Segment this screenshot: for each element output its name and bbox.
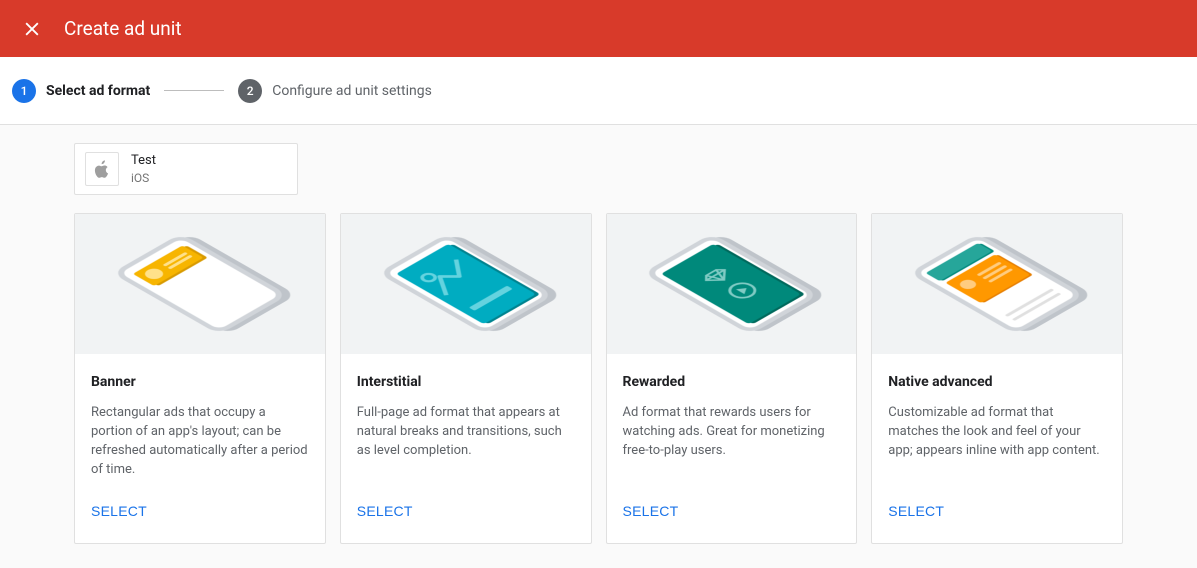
card-description: Full-page ad format that appears at natu… bbox=[357, 404, 575, 479]
rewarded-illustration bbox=[607, 214, 857, 354]
card-description: Rectangular ads that occupy a portion of… bbox=[91, 404, 309, 479]
interstitial-illustration bbox=[341, 214, 591, 354]
select-native-button[interactable]: SELECT bbox=[888, 495, 944, 527]
select-rewarded-button[interactable]: SELECT bbox=[623, 495, 679, 527]
card-title: Interstitial bbox=[357, 374, 575, 390]
card-description: Ad format that rewards users for watchin… bbox=[623, 404, 841, 479]
step-connector bbox=[164, 90, 224, 91]
close-icon[interactable] bbox=[20, 17, 44, 41]
app-name: Test bbox=[131, 153, 156, 170]
apple-icon bbox=[85, 152, 119, 186]
banner-illustration bbox=[75, 214, 325, 354]
format-card-banner: Banner Rectangular ads that occupy a por… bbox=[74, 213, 326, 544]
step-number-2: 2 bbox=[238, 79, 262, 103]
content-area: Test iOS Banner Rectangular ads that occ… bbox=[0, 125, 1197, 568]
step-select-format[interactable]: 1 Select ad format bbox=[12, 79, 150, 103]
select-banner-button[interactable]: SELECT bbox=[91, 495, 147, 527]
stepper: 1 Select ad format 2 Configure ad unit s… bbox=[0, 57, 1197, 125]
step-label-2: Configure ad unit settings bbox=[272, 83, 432, 99]
card-description: Customizable ad format that matches the … bbox=[888, 404, 1106, 479]
page-title: Create ad unit bbox=[64, 17, 182, 40]
card-title: Rewarded bbox=[623, 374, 841, 390]
format-card-interstitial: Interstitial Full-page ad format that ap… bbox=[340, 213, 592, 544]
step-configure-settings[interactable]: 2 Configure ad unit settings bbox=[238, 79, 432, 103]
app-info: Test iOS bbox=[131, 153, 156, 185]
step-number-1: 1 bbox=[12, 79, 36, 103]
format-cards: Banner Rectangular ads that occupy a por… bbox=[74, 213, 1123, 544]
app-platform: iOS bbox=[131, 171, 156, 185]
header-bar: Create ad unit bbox=[0, 0, 1197, 57]
app-selector[interactable]: Test iOS bbox=[74, 143, 298, 195]
card-title: Banner bbox=[91, 374, 309, 390]
select-interstitial-button[interactable]: SELECT bbox=[357, 495, 413, 527]
format-card-native: Native advanced Customizable ad format t… bbox=[871, 213, 1123, 544]
card-title: Native advanced bbox=[888, 374, 1106, 390]
native-illustration bbox=[872, 214, 1122, 354]
step-label-1: Select ad format bbox=[46, 83, 150, 99]
format-card-rewarded: Rewarded Ad format that rewards users fo… bbox=[606, 213, 858, 544]
